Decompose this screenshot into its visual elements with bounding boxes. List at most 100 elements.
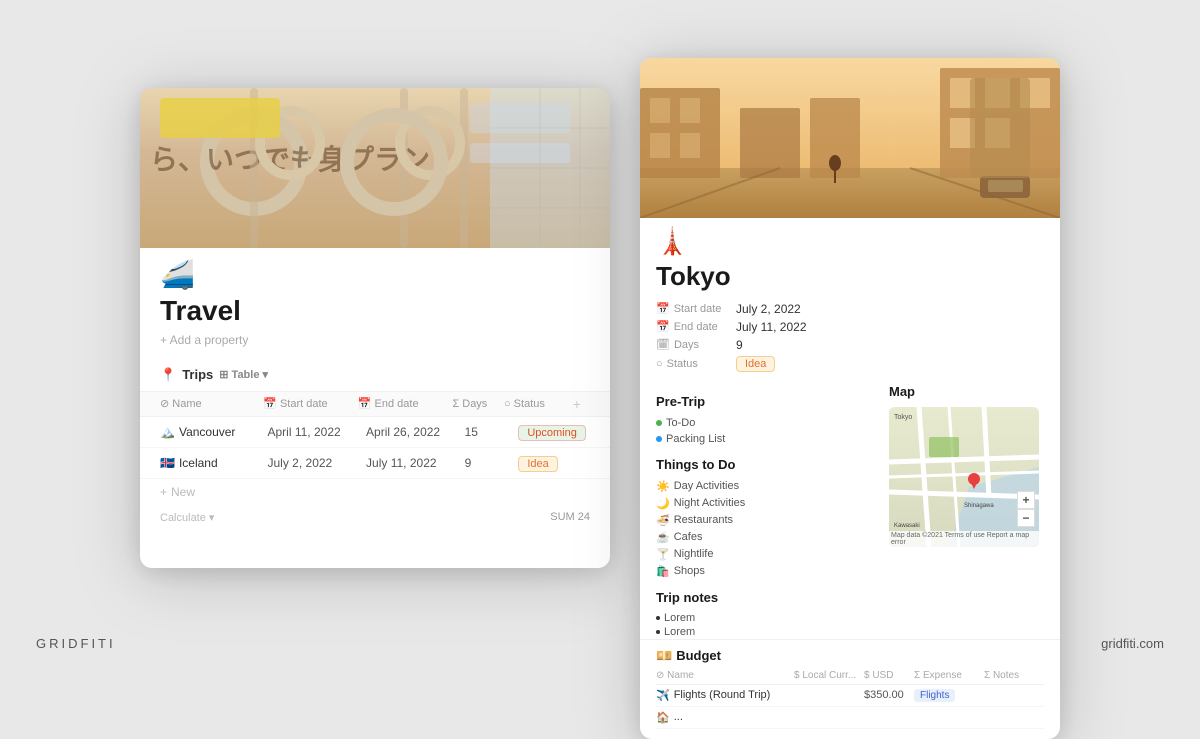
start-date-prop: 📅 Start date July 2, 2022 — [656, 300, 1044, 318]
vancouver-flag: 🏔️ — [160, 425, 175, 439]
map-title: Map — [889, 384, 1044, 399]
vancouver-status-cell: Upcoming — [518, 423, 590, 441]
shops-icon: 🛍️ — [656, 565, 670, 578]
day-activities-item: ☀️ Day Activities — [656, 478, 873, 495]
vancouver-label: Vancouver — [179, 425, 235, 439]
budget-col-expense: Σ Expense — [914, 670, 984, 681]
tokyo-title: Tokyo — [640, 261, 1060, 300]
vancouver-end-cell: April 26, 2022 — [366, 425, 465, 439]
days-label-text: Days — [674, 339, 699, 351]
start-date-label-text: Start date — [674, 303, 722, 315]
note-item-1: Lorem — [656, 611, 873, 625]
night-icon: 🌙 — [656, 497, 670, 510]
iceland-days-cell: 9 — [465, 456, 519, 470]
green-bullet — [656, 420, 662, 426]
restaurants-item: 🍜 Restaurants — [656, 512, 873, 529]
budget-row2-label: ... — [674, 711, 683, 723]
zoom-in-button[interactable]: + — [1017, 491, 1035, 509]
nightlife-icon: 🍸 — [656, 548, 670, 561]
budget-col-notes: Σ Notes — [984, 670, 1044, 681]
budget-section: 💴 Budget ⊘ Name $ Local Curr... $ USD Σ … — [640, 639, 1060, 739]
budget-row2-name: 🏠 ... — [656, 711, 794, 724]
travel-title: Travel — [140, 295, 610, 333]
budget-emoji: 💴 — [656, 648, 672, 664]
idea-badge: Idea — [518, 456, 557, 472]
table-row[interactable]: 🏔️ Vancouver April 11, 2022 April 26, 20… — [140, 417, 610, 448]
day-label: Day Activities — [674, 480, 739, 492]
iceland-end-cell: July 11, 2022 — [366, 456, 465, 470]
tokyo-hero-image — [640, 58, 1060, 218]
note-item-2: Lorem — [656, 625, 873, 639]
tokyo-card: 🗼 Tokyo 📅 Start date July 2, 2022 📅 End … — [640, 58, 1060, 739]
col-end-header: 📅 End date — [358, 396, 453, 412]
svg-text:Kawasaki: Kawasaki — [894, 523, 920, 529]
col-start-header: 📅 Start date — [263, 396, 358, 412]
add-property-button[interactable]: + Add a property — [140, 333, 610, 359]
night-activities-item: 🌙 Night Activities — [656, 495, 873, 512]
table-view-toggle[interactable]: ⊞ Table ▾ — [219, 368, 268, 381]
note-bullet-1 — [656, 616, 660, 620]
travel-card: ら、いつでも身プラン — [140, 88, 610, 568]
shops-label: Shops — [674, 565, 705, 577]
table-row[interactable]: 🇮🇸 Iceland July 2, 2022 July 11, 2022 9 … — [140, 448, 610, 479]
days-prop: 🗓 Days 9 — [656, 336, 1044, 354]
restaurants-label: Restaurants — [674, 514, 733, 526]
days-label: 🗓 Days — [656, 338, 736, 351]
packing-label: Packing List — [666, 433, 725, 445]
status-badge: Idea — [736, 356, 775, 372]
flights-usd-cell: $350.00 — [864, 689, 914, 701]
iceland-flag: 🇮🇸 — [160, 456, 175, 470]
cafes-label: Cafes — [674, 531, 703, 543]
calculate-button[interactable]: Calculate ▾ — [160, 511, 214, 524]
nightlife-item: 🍸 Nightlife — [656, 546, 873, 563]
zoom-out-button[interactable]: − — [1017, 509, 1035, 527]
watermark-left: GRIDFITI — [36, 636, 116, 651]
budget-row-2[interactable]: 🏠 ... — [656, 707, 1044, 729]
svg-text:Tokyo: Tokyo — [894, 414, 912, 421]
budget-row-flights[interactable]: ✈️ Flights (Round Trip) $350.00 Flights — [656, 685, 1044, 707]
end-date-prop: 📅 End date July 11, 2022 — [656, 318, 1044, 336]
budget-col-usd: $ USD — [864, 670, 914, 681]
trips-table: ⊘ Name 📅 Start date 📅 End date Σ Days ○ … — [140, 391, 610, 538]
end-date-label-text: End date — [674, 321, 718, 333]
iceland-label: Iceland — [179, 456, 218, 470]
end-date-label: 📅 End date — [656, 320, 736, 333]
budget-col-name: ⊘ Name — [656, 670, 794, 681]
status-label: ○ Status — [656, 358, 736, 370]
start-date-value: July 2, 2022 — [736, 302, 801, 316]
table-header: ⊘ Name 📅 Start date 📅 End date Σ Days ○ … — [140, 391, 610, 417]
tokyo-left-column: Pre-Trip To-Do Packing List Things to Do… — [656, 384, 873, 639]
tokyo-emoji: 🗼 — [640, 218, 1060, 261]
watermark-right: gridfiti.com — [1101, 636, 1164, 651]
calculate-row: Calculate ▾ SUM 24 — [140, 505, 610, 530]
things-todo-title: Things to Do — [656, 457, 873, 472]
budget-row2-emoji: 🏠 — [656, 711, 670, 724]
iceland-name-cell: 🇮🇸 Iceland — [160, 456, 268, 470]
blue-bullet — [656, 436, 662, 442]
trips-section-header: 📍 Trips ⊞ Table ▾ — [140, 359, 610, 391]
map-inner: Tokyo Kawasaki Shinagawa + − Map data ©2… — [889, 407, 1039, 547]
shops-item: 🛍️ Shops — [656, 563, 873, 580]
flights-expense-cell: Flights — [914, 689, 984, 702]
train-interior-svg — [140, 88, 610, 248]
days-value: 9 — [736, 338, 743, 352]
status-prop: ○ Status Idea — [656, 354, 1044, 374]
flights-name-cell: ✈️ Flights (Round Trip) — [656, 689, 794, 702]
cafes-icon: ☕ — [656, 531, 670, 544]
cafes-item: ☕ Cafes — [656, 529, 873, 546]
note-text-1: Lorem — [664, 612, 695, 624]
status-label-text: Status — [667, 358, 698, 370]
trips-label: Trips — [182, 367, 213, 382]
travel-hero-image: ら、いつでも身プラン — [140, 88, 610, 248]
plus-icon: + — [160, 485, 167, 499]
col-add-header[interactable]: + — [573, 396, 590, 412]
flights-emoji: ✈️ — [656, 689, 670, 702]
new-row-button[interactable]: + New — [140, 479, 610, 505]
sum-display: SUM 24 — [550, 511, 590, 523]
trip-notes-title: Trip notes — [656, 590, 873, 605]
col-status-header: ○ Status — [504, 396, 573, 412]
vancouver-days-cell: 15 — [465, 425, 519, 439]
tokyo-main-content: Pre-Trip To-Do Packing List Things to Do… — [640, 384, 1060, 639]
budget-label: Budget — [676, 648, 721, 663]
calendar-icon-2: 📅 — [656, 320, 670, 333]
